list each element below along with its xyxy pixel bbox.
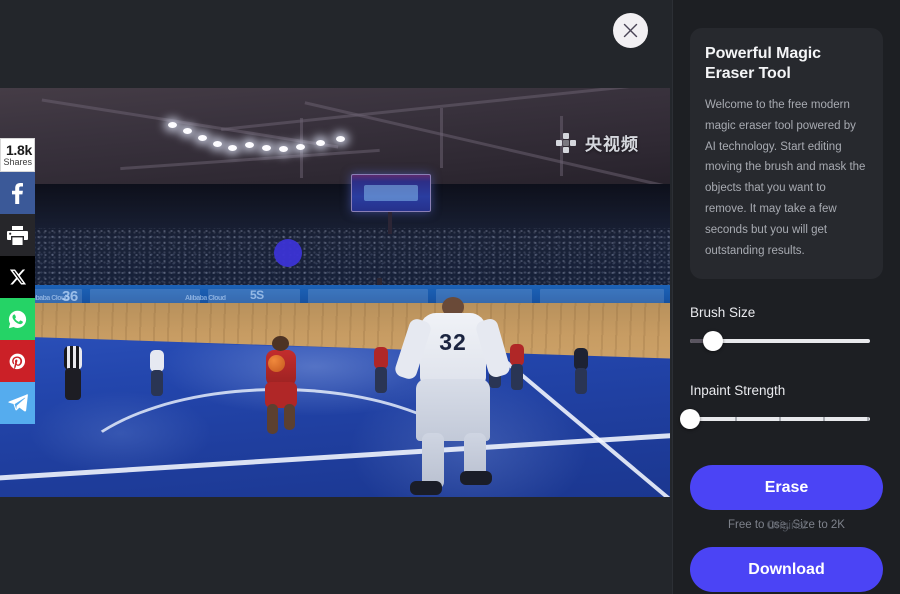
share-telegram-button[interactable] — [0, 382, 35, 424]
player-background-5 — [572, 344, 590, 394]
social-share-rail: 1.8k Shares — [0, 138, 35, 424]
magic-eraser-app: 36 5S Alibaba Cloud Alibaba Cloud 32 央视频… — [0, 0, 900, 594]
telegram-icon — [7, 394, 28, 412]
info-card-title: Powerful Magic Eraser Tool — [705, 45, 821, 82]
player-background-3 — [508, 340, 526, 390]
brush-size-slider[interactable] — [690, 331, 870, 352]
inpaint-strength-thumb[interactable] — [680, 409, 700, 430]
basketball — [268, 355, 285, 372]
brush-size-label: Brush Size — [690, 305, 756, 321]
close-icon[interactable] — [613, 13, 648, 48]
brush-cursor[interactable] — [274, 239, 302, 267]
image-canvas[interactable]: 36 5S Alibaba Cloud Alibaba Cloud 32 央视频 — [0, 88, 670, 497]
share-pinterest-button[interactable] — [0, 340, 35, 382]
whatsapp-icon — [8, 310, 27, 328]
brush-size-thumb[interactable] — [703, 331, 724, 352]
info-card: Powerful Magic Eraser Tool Welcome to th… — [690, 28, 883, 280]
inpaint-strength-group: Inpaint Strength — [680, 383, 883, 430]
share-count-number: 1.8k — [5, 141, 32, 158]
share-count: 1.8k Shares — [0, 138, 35, 172]
brush-size-group: Brush Size — [690, 305, 883, 352]
watermark-text: 央视频 — [585, 135, 639, 155]
inpaint-strength-slider[interactable] — [680, 409, 870, 430]
inpaint-strength-label: Inpaint Strength — [690, 383, 786, 399]
player-white-32: 32 — [393, 297, 512, 495]
inpaint-strength-ticks — [690, 417, 870, 422]
player-red-team — [258, 336, 306, 436]
cctv-logo-icon — [556, 132, 578, 154]
hint-row: Free to use, Size to 2K Original — [690, 519, 883, 541]
player-background-1 — [148, 346, 166, 396]
jersey-number: 32 — [439, 329, 467, 355]
share-count-label: Shares — [3, 156, 32, 167]
share-print-button[interactable] — [0, 214, 35, 256]
cctv-watermark: 央视频 — [556, 130, 639, 155]
share-whatsapp-button[interactable] — [0, 298, 35, 340]
download-button-wrap: Download — [690, 547, 883, 593]
scoreboard — [351, 174, 431, 212]
erase-button-wrap: Erase — [690, 465, 883, 511]
editor-area: 36 5S Alibaba Cloud Alibaba Cloud 32 央视频… — [0, 0, 672, 594]
download-button[interactable]: Download — [690, 547, 883, 593]
facebook-icon — [12, 182, 23, 204]
x-twitter-icon — [9, 269, 26, 285]
pinterest-icon — [9, 353, 26, 369]
erase-button[interactable]: Erase — [690, 465, 883, 511]
referee — [60, 340, 86, 402]
share-x-button[interactable] — [0, 256, 35, 298]
share-facebook-button[interactable] — [0, 172, 35, 214]
tool-panel: Powerful Magic Eraser Tool Welcome to th… — [672, 0, 900, 594]
scoreboard-post — [388, 212, 392, 234]
original-label: Original — [766, 520, 807, 533]
printer-icon — [7, 225, 28, 245]
info-card-body: Welcome to the free modern magic eraser … — [705, 99, 866, 257]
player-background-2 — [372, 343, 390, 393]
